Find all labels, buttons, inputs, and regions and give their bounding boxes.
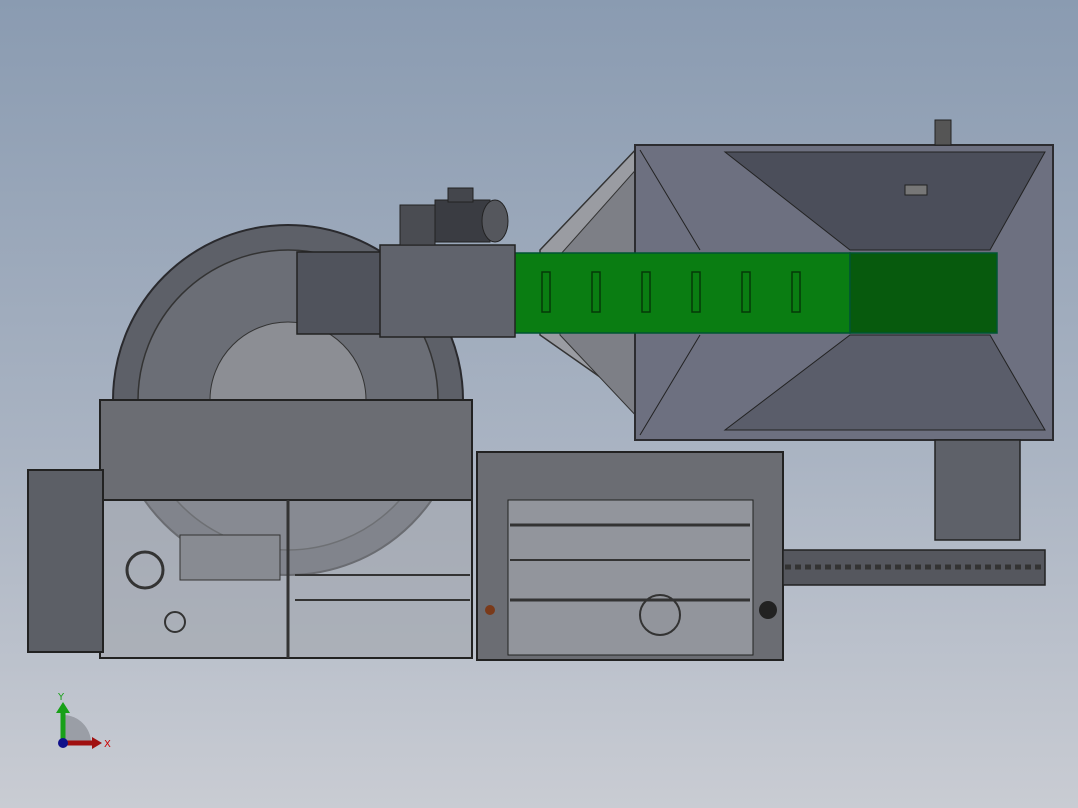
gearbox-housing xyxy=(296,244,516,338)
z-axis-dot xyxy=(58,738,68,748)
y-axis-label: Y xyxy=(57,692,65,703)
output-chute xyxy=(934,439,1021,541)
motor xyxy=(399,187,509,246)
second-frame xyxy=(476,451,784,661)
cad-viewport[interactable]: Y X xyxy=(0,0,1078,808)
x-axis-label: X xyxy=(104,739,111,750)
green-conveyor xyxy=(512,252,998,334)
main-frame xyxy=(27,399,473,659)
chain-conveyor xyxy=(782,549,1046,586)
axis-triad: Y X xyxy=(56,692,111,750)
